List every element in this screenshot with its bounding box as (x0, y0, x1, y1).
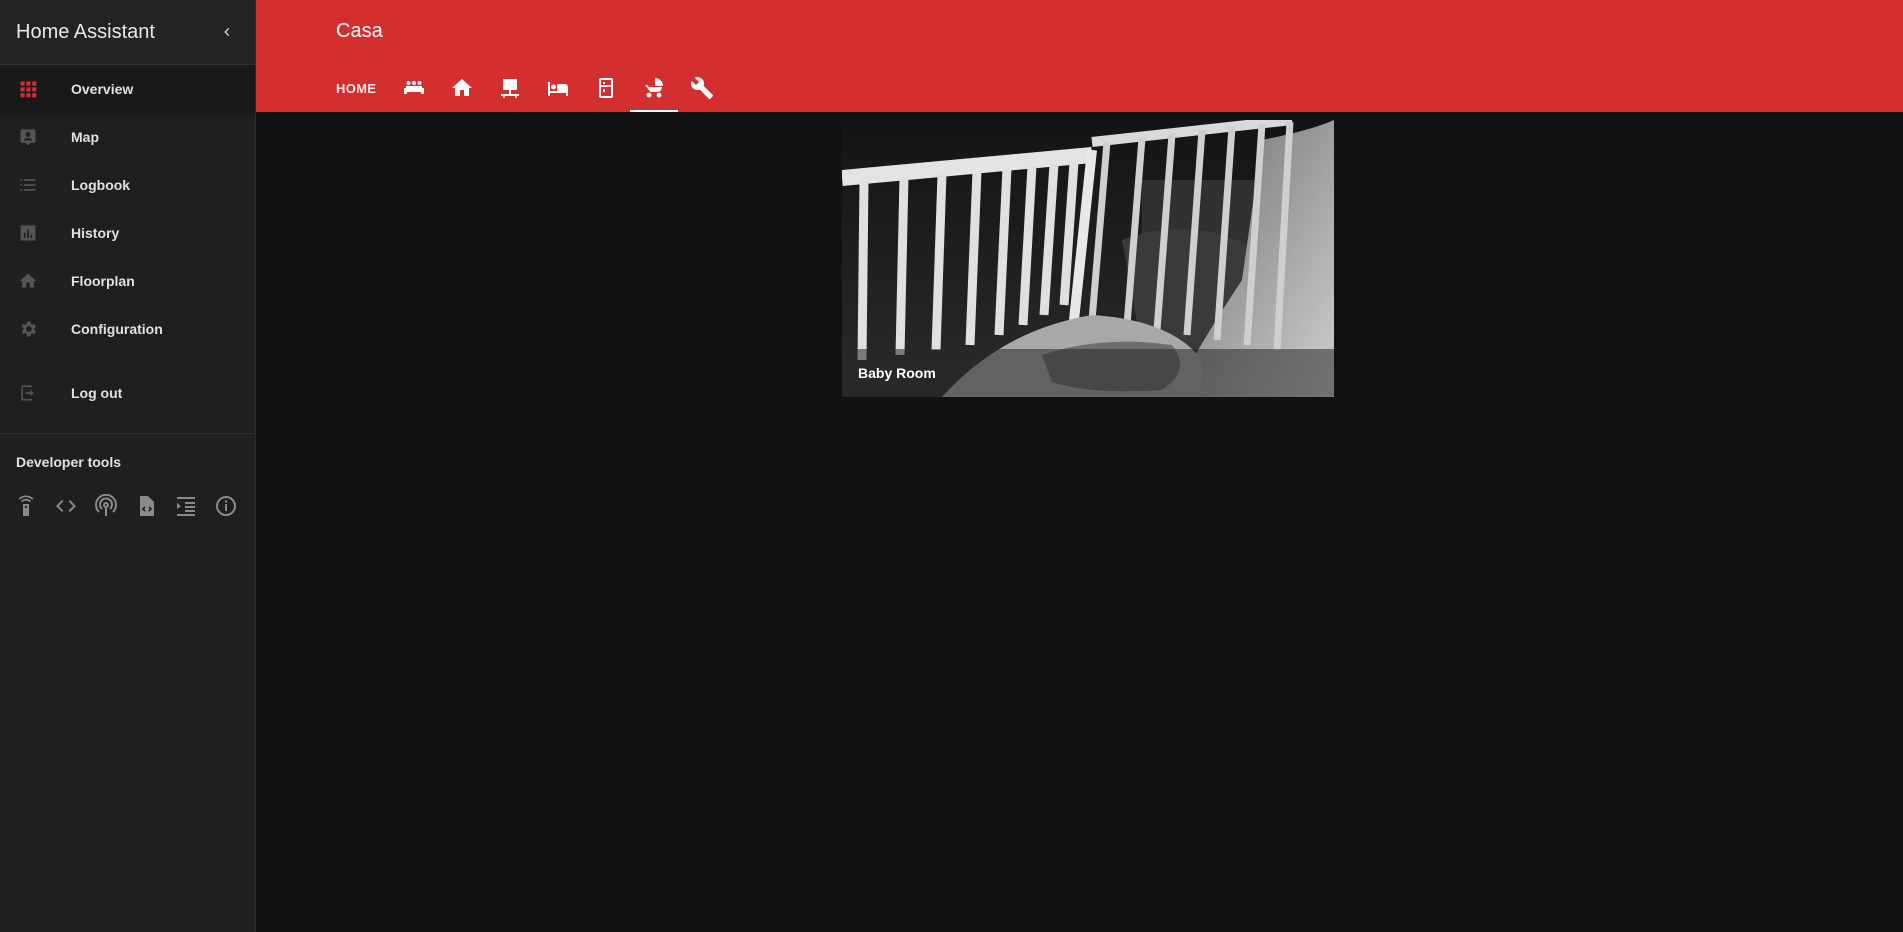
app-toolbar: Casa HOME (256, 0, 1903, 112)
chevron-left-icon (224, 28, 230, 36)
code-icon[interactable] (54, 494, 94, 518)
sidebar-item-overview[interactable]: Overview (0, 65, 255, 113)
tab-kitchen[interactable] (582, 64, 630, 112)
logout-icon (16, 381, 40, 405)
view-tabs: HOME (336, 64, 726, 112)
tab-home-icon[interactable] (438, 64, 486, 112)
grid-icon (16, 77, 40, 101)
camera-caption: Baby Room (858, 365, 936, 381)
file-code-icon[interactable] (134, 494, 174, 518)
list-icon (16, 173, 40, 197)
developer-tools (0, 494, 255, 518)
sidebar-item-history[interactable]: History (0, 209, 255, 257)
home-icon (16, 269, 40, 293)
wrench-icon (691, 77, 714, 99)
tab-baby-room[interactable] (630, 64, 679, 112)
map-account-icon (16, 125, 40, 149)
sidebar-item-label: Floorplan (71, 273, 135, 289)
sidebar-item-label: Map (71, 129, 99, 145)
camera-caption-bar: Baby Room (842, 349, 1334, 397)
info-icon[interactable] (214, 494, 254, 518)
remote-icon[interactable] (14, 494, 54, 518)
bed-icon (548, 82, 569, 96)
page-title: Casa (336, 20, 383, 42)
sidebar-item-label: Overview (71, 81, 134, 97)
sidebar-nav: Overview Map Logbook History Floorplan C… (0, 65, 255, 417)
broadcast-icon[interactable] (94, 494, 134, 518)
sidebar-item-logbook[interactable]: Logbook (0, 161, 255, 209)
format-indent-icon[interactable] (174, 494, 214, 518)
sidebar-item-map[interactable]: Map (0, 113, 255, 161)
sidebar-item-label: History (71, 225, 120, 241)
tab-configuration[interactable] (678, 64, 726, 112)
tab-desk[interactable] (486, 64, 534, 112)
sidebar-item-logout[interactable]: Log out (0, 369, 255, 417)
camera-card[interactable]: Baby Room (842, 120, 1334, 397)
sidebar-item-configuration[interactable]: Configuration (0, 305, 255, 353)
logout-label: Log out (71, 385, 123, 401)
baby-carriage-icon (645, 78, 664, 98)
tab-home[interactable]: HOME (336, 64, 390, 112)
sofa-icon (404, 81, 425, 94)
fridge-icon (599, 78, 614, 98)
sidebar-item-floorplan[interactable]: Floorplan (0, 257, 255, 305)
sidebar-divider (0, 433, 255, 434)
sidebar-item-label: Configuration (71, 321, 163, 337)
sidebar-item-label: Logbook (71, 177, 131, 193)
developer-tools-title: Developer tools (16, 454, 122, 470)
tab-sofa[interactable] (390, 64, 438, 112)
home-icon (452, 79, 473, 96)
tab-bedroom[interactable] (534, 64, 582, 112)
collapse-sidebar-button[interactable] (215, 20, 239, 44)
app-title: Home Assistant (16, 20, 155, 43)
chart-icon (16, 221, 40, 245)
gear-icon (16, 317, 40, 341)
sidebar-header: Home Assistant (0, 0, 255, 65)
desk-icon (501, 79, 520, 98)
sidebar: Home Assistant Overview Map Logbook Hist… (0, 0, 256, 932)
